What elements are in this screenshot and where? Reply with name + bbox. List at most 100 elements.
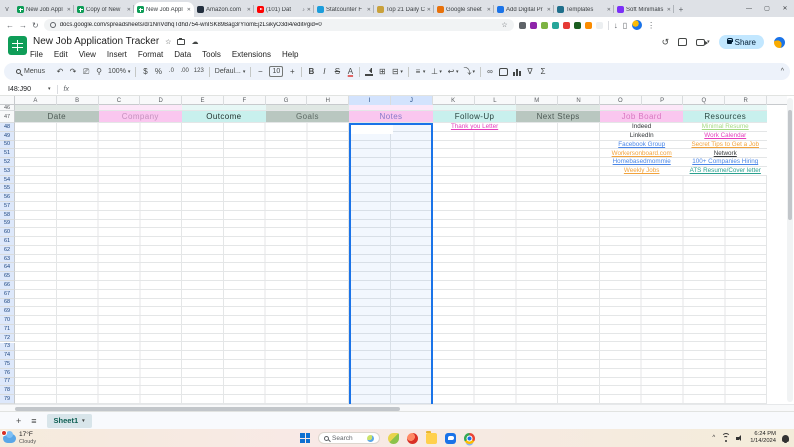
- version-history-icon[interactable]: ↺: [662, 37, 670, 48]
- chat-app-icon[interactable]: [445, 432, 456, 444]
- insert-comment-icon[interactable]: [498, 67, 508, 76]
- spacer-cell[interactable]: [98, 105, 183, 110]
- row-header-66[interactable]: 66: [0, 281, 15, 290]
- star-document-icon[interactable]: ☆: [165, 38, 171, 46]
- column-header-F[interactable]: F: [224, 96, 266, 105]
- side-panel-icon[interactable]: ▯: [623, 21, 627, 30]
- decrease-decimals-icon[interactable]: .0: [167, 63, 175, 80]
- decrease-font-size-icon[interactable]: −: [256, 63, 264, 80]
- italic-icon[interactable]: I: [320, 63, 328, 80]
- horizontal-scrollbar[interactable]: [0, 404, 794, 411]
- taskbar-weather-widget[interactable]: 17°F Cloudy: [0, 429, 300, 445]
- all-sheets-icon[interactable]: ≡: [31, 416, 36, 426]
- row-header-47[interactable]: 47: [0, 111, 15, 123]
- row-header-51[interactable]: 51: [0, 149, 15, 159]
- column-header-H[interactable]: H: [307, 96, 350, 105]
- row-header-50[interactable]: 50: [0, 140, 15, 150]
- taskbar-clock[interactable]: 6:24 PM 1/14/2024: [750, 431, 776, 444]
- font-select[interactable]: Defaul... ▾: [215, 68, 246, 75]
- row-header-58[interactable]: 58: [0, 210, 15, 220]
- column-header-O[interactable]: O: [600, 96, 642, 105]
- cell-link[interactable]: Weekly Jobs: [599, 166, 684, 175]
- sheet-tab-menu-icon[interactable]: ▾: [82, 418, 85, 424]
- volume-icon[interactable]: [736, 435, 744, 442]
- extension-icon[interactable]: [551, 21, 559, 29]
- extension-icon[interactable]: [584, 21, 592, 29]
- start-button[interactable]: [300, 433, 310, 443]
- section-header-cell[interactable]: Follow-Up: [432, 111, 517, 122]
- column-header-A[interactable]: A: [15, 96, 57, 105]
- cell-link[interactable]: ATS Resume/Cover letter: [683, 166, 768, 175]
- spacer-cell[interactable]: [516, 105, 600, 110]
- merge-caret-icon[interactable]: ▾: [400, 69, 403, 75]
- horizontal-scrollbar-thumb[interactable]: [15, 406, 400, 411]
- section-header-cell[interactable]: Company: [98, 111, 183, 122]
- zoom-select[interactable]: 100% ▾: [108, 68, 130, 75]
- column-header-I[interactable]: I: [349, 96, 391, 105]
- notifications-icon[interactable]: [782, 434, 789, 443]
- window-minimize-button[interactable]: —: [740, 0, 758, 17]
- browser-tab[interactable]: Soft Minimalis ✕: [614, 2, 674, 17]
- row-header-64[interactable]: 64: [0, 263, 15, 273]
- column-header-D[interactable]: D: [140, 96, 183, 105]
- tab-close-icon[interactable]: ✕: [247, 7, 251, 13]
- meet-icon[interactable]: [696, 38, 709, 46]
- chrome-app-icon[interactable]: [464, 432, 475, 444]
- increase-decimals-icon[interactable]: .00: [180, 63, 188, 80]
- column-header-J[interactable]: J: [391, 96, 433, 105]
- functions-icon[interactable]: Σ: [539, 63, 547, 80]
- browser-tab[interactable]: Templates ✕: [554, 2, 614, 17]
- cell-link[interactable]: Secret Tips to Get a Job: [683, 140, 768, 149]
- menus-search-button[interactable]: Menus: [10, 65, 51, 78]
- bold-icon[interactable]: B: [307, 63, 315, 80]
- menu-edit[interactable]: Edit: [54, 50, 68, 59]
- url-text[interactable]: docs.google.com/spreadsheets/d/1NnVdhqTd…: [60, 22, 498, 28]
- row-header-48[interactable]: 48: [0, 123, 15, 132]
- insert-link-icon[interactable]: ∞: [486, 63, 494, 80]
- row-header-77[interactable]: 77: [0, 377, 15, 387]
- column-header-C[interactable]: C: [99, 96, 141, 105]
- more-formats-icon[interactable]: 123: [194, 63, 204, 80]
- menu-view[interactable]: View: [79, 50, 96, 59]
- row-header-60[interactable]: 60: [0, 228, 15, 238]
- row-header-71[interactable]: 71: [0, 324, 15, 334]
- browser-tab[interactable]: Google sheet ✕: [434, 2, 494, 17]
- download-icon[interactable]: ↓: [614, 21, 618, 30]
- name-box-caret-icon[interactable]: ▾: [48, 86, 51, 92]
- column-header-B[interactable]: B: [57, 96, 99, 105]
- vertical-scrollbar[interactable]: [787, 98, 793, 402]
- tab-close-icon[interactable]: ✕: [547, 7, 551, 13]
- column-header-L[interactable]: L: [475, 96, 517, 105]
- sheets-logo-icon[interactable]: [8, 36, 27, 55]
- cell-link[interactable]: Work Calendar: [683, 131, 768, 140]
- account-avatar[interactable]: [773, 35, 786, 49]
- cell-text[interactable]: LinkedIn: [599, 131, 684, 140]
- row-header-68[interactable]: 68: [0, 298, 15, 308]
- row-header-57[interactable]: 57: [0, 202, 15, 211]
- refresh-icon[interactable]: ↻: [32, 21, 39, 30]
- browser-tab[interactable]: (101) Dat ♪ ✕: [254, 2, 314, 17]
- browser-profile-avatar[interactable]: [632, 20, 643, 30]
- tab-close-icon[interactable]: ✕: [607, 7, 611, 13]
- tab-close-icon[interactable]: ✕: [667, 7, 671, 13]
- extension-icon[interactable]: [573, 21, 581, 29]
- format-percent-icon[interactable]: %: [154, 63, 162, 80]
- spacer-cell[interactable]: [265, 105, 350, 110]
- hide-toolbar-icon[interactable]: ^: [781, 68, 784, 75]
- browser-tab[interactable]: Statcounter F ✕: [314, 2, 374, 17]
- extension-icon[interactable]: [529, 21, 537, 29]
- strikethrough-icon[interactable]: S: [333, 63, 341, 80]
- section-header-cell[interactable]: Notes: [349, 111, 433, 122]
- name-box[interactable]: I48:J90: [8, 86, 42, 93]
- cell-link[interactable]: Facebook Group: [599, 140, 684, 149]
- menu-format[interactable]: Format: [138, 50, 163, 59]
- row-header-70[interactable]: 70: [0, 316, 15, 325]
- row-header-52[interactable]: 52: [0, 158, 15, 167]
- insert-chart-icon[interactable]: [512, 68, 521, 76]
- menu-file[interactable]: File: [30, 50, 43, 59]
- row-header-67[interactable]: 67: [0, 289, 15, 299]
- tray-overflow-icon[interactable]: ^: [712, 435, 715, 441]
- move-to-folder-icon[interactable]: [177, 37, 186, 45]
- column-header-Q[interactable]: Q: [683, 96, 726, 105]
- paint-app-icon[interactable]: [388, 432, 399, 444]
